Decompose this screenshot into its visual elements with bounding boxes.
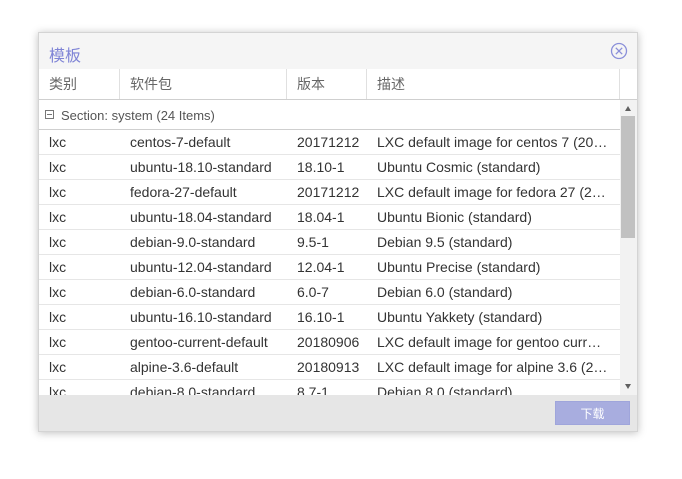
table-row[interactable]: lxc ubuntu-18.04-standard 18.04-1 Ubuntu Bi… [39, 205, 620, 230]
dialog-titlebar: 模板 [39, 33, 637, 69]
cell-description: Debian 8.0 (standard) [377, 384, 513, 395]
cell-type: lxc [49, 159, 67, 175]
grid-body: Section: system (24 Items) lxc centos-7-d… [39, 100, 637, 395]
dialog-title: 模板 [49, 48, 82, 65]
cell-version: 20180913 [297, 359, 360, 375]
cell-type: lxc [49, 259, 67, 275]
column-header-version[interactable]: 版本 [287, 69, 367, 99]
cell-description: LXC default image for fedora 27 (2017121… [377, 184, 620, 200]
close-icon[interactable] [610, 42, 628, 60]
cell-type: lxc [49, 384, 67, 395]
table-row[interactable]: lxc ubuntu-16.10-standard 16.10-1 Ubuntu Ya… [39, 305, 620, 330]
template-rows: lxc centos-7-default 20171212 LXC default i… [39, 130, 620, 395]
column-header-package[interactable]: 软件包 [120, 69, 287, 99]
scroll-up-arrow-icon[interactable] [625, 106, 631, 111]
group-label: Section: system (24 Items) [61, 108, 215, 123]
cell-version: 6.0-7 [297, 284, 329, 300]
cell-version: 20171212 [297, 184, 360, 200]
table-row[interactable]: lxc alpine-3.6-default 20180913 LXC default… [39, 355, 620, 380]
cell-package: debian-6.0-standard [130, 284, 256, 300]
group-header[interactable]: Section: system (24 Items) [39, 100, 620, 130]
cell-description: LXC default image for alpine 3.6 (201809… [377, 359, 620, 375]
cell-type: lxc [49, 309, 67, 325]
cell-package: ubuntu-18.10-standard [130, 159, 272, 175]
cell-type: lxc [49, 234, 67, 250]
table-row[interactable]: lxc debian-8.0-standard 8.7-1 Debian 8.0 (s… [39, 380, 620, 395]
scroll-thumb[interactable] [621, 116, 635, 238]
cell-version: 12.04-1 [297, 259, 345, 275]
cell-description: Ubuntu Cosmic (standard) [377, 159, 541, 175]
cell-type: lxc [49, 209, 67, 225]
cell-description: Debian 9.5 (standard) [377, 234, 513, 250]
grid-header: 类别 软件包 版本 描述 [39, 69, 637, 100]
cell-package: fedora-27-default [130, 184, 237, 200]
cell-type: lxc [49, 334, 67, 350]
table-row[interactable]: lxc fedora-27-default 20171212 LXC default … [39, 180, 620, 205]
dialog-footer: 下载 [39, 395, 637, 431]
cell-type: lxc [49, 359, 67, 375]
cell-package: gentoo-current-default [130, 334, 268, 350]
cell-version: 20171212 [297, 134, 360, 150]
template-dialog: 模板 类别 软件包 版本 描述 Section: system (24 Item… [38, 32, 638, 432]
cell-package: ubuntu-12.04-standard [130, 259, 272, 275]
table-row[interactable]: lxc debian-6.0-standard 6.0-7 Debian 6.0 (s… [39, 280, 620, 305]
cell-description: LXC default image for gentoo current (20… [377, 334, 620, 350]
cell-description: Debian 6.0 (standard) [377, 284, 513, 300]
cell-package: alpine-3.6-default [130, 359, 239, 375]
cell-version: 16.10-1 [297, 309, 345, 325]
cell-version: 20180906 [297, 334, 360, 350]
download-button[interactable]: 下载 [555, 401, 630, 425]
table-row[interactable]: lxc ubuntu-12.04-standard 12.04-1 Ubuntu Pr… [39, 255, 620, 280]
cell-package: debian-8.0-standard [130, 384, 256, 395]
cell-description: Ubuntu Precise (standard) [377, 259, 541, 275]
column-header-description[interactable]: 描述 [367, 69, 620, 99]
cell-package: centos-7-default [130, 134, 231, 150]
table-row[interactable]: lxc ubuntu-18.10-standard 18.10-1 Ubuntu Co… [39, 155, 620, 180]
cell-description: Ubuntu Bionic (standard) [377, 209, 532, 225]
cell-package: debian-9.0-standard [130, 234, 256, 250]
cell-type: lxc [49, 284, 67, 300]
cell-description: Ubuntu Yakkety (standard) [377, 309, 543, 325]
cell-version: 8.7-1 [297, 384, 329, 395]
cell-version: 18.10-1 [297, 159, 345, 175]
table-row[interactable]: lxc debian-9.0-standard 9.5-1 Debian 9.5 (s… [39, 230, 620, 255]
cell-type: lxc [49, 134, 67, 150]
cell-type: lxc [49, 184, 67, 200]
column-header-type[interactable]: 类别 [39, 69, 120, 99]
cell-version: 18.04-1 [297, 209, 345, 225]
vertical-scrollbar[interactable] [620, 100, 637, 395]
cell-description: LXC default image for centos 7 (20171212… [377, 134, 620, 150]
cell-package: ubuntu-16.10-standard [130, 309, 272, 325]
cell-version: 9.5-1 [297, 234, 329, 250]
table-row[interactable]: lxc gentoo-current-default 20180906 LXC def… [39, 330, 620, 355]
scroll-down-arrow-icon[interactable] [625, 384, 631, 389]
table-row[interactable]: lxc centos-7-default 20171212 LXC default i… [39, 130, 620, 155]
collapse-minus-icon[interactable] [45, 110, 54, 119]
cell-package: ubuntu-18.04-standard [130, 209, 272, 225]
